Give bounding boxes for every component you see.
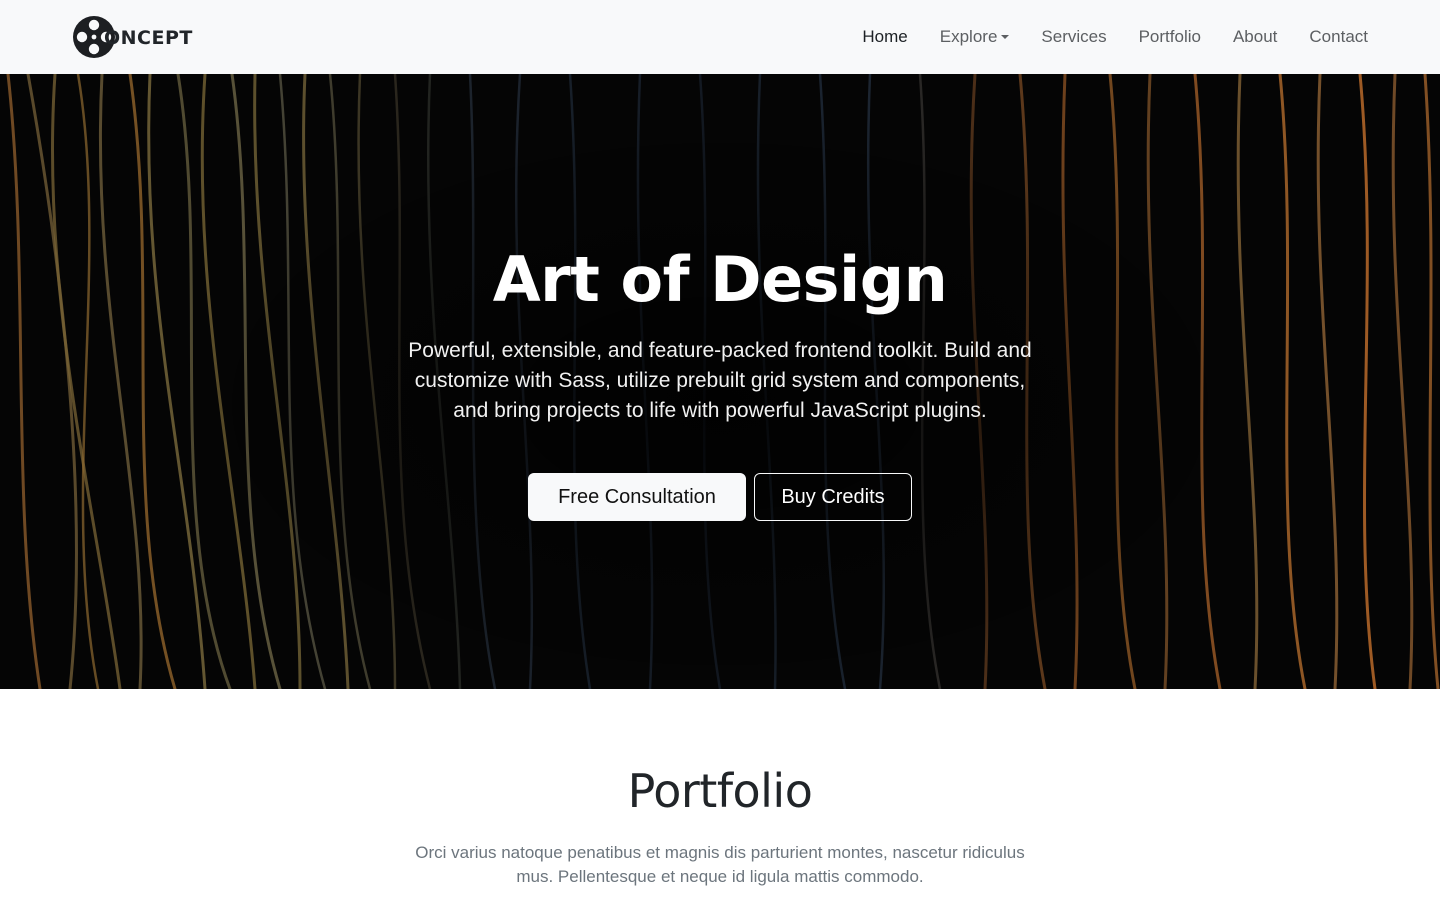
- navbar: ONCEPT Home Explore Services Portfolio A…: [0, 0, 1440, 74]
- brand-name: ONCEPT: [104, 27, 193, 49]
- nav-portfolio-label: Portfolio: [1138, 27, 1201, 46]
- nav-portfolio[interactable]: Portfolio: [1123, 0, 1217, 74]
- hero-section: Art of Design Powerful, extensible, and …: [0, 74, 1440, 689]
- main-nav: Home Explore Services Portfolio About Co…: [846, 0, 1368, 74]
- hero-content: Art of Design Powerful, extensible, and …: [0, 74, 1440, 689]
- nav-home[interactable]: Home: [846, 0, 923, 74]
- nav-services[interactable]: Services: [1025, 0, 1122, 74]
- nav-services-label: Services: [1041, 27, 1107, 46]
- nav-home-label: Home: [862, 27, 908, 46]
- nav-contact-label: Contact: [1309, 27, 1368, 46]
- portfolio-description: Orci varius natoque penatibus et magnis …: [415, 843, 1025, 886]
- free-consultation-button[interactable]: Free Consultation: [528, 473, 746, 521]
- nav-contact[interactable]: Contact: [1293, 0, 1368, 74]
- hero-title: Art of Design: [492, 243, 948, 316]
- nav-about[interactable]: About: [1217, 0, 1293, 74]
- portfolio-title: Portfolio: [627, 764, 813, 818]
- brand-logo-link[interactable]: ONCEPT: [72, 15, 193, 59]
- buy-credits-button[interactable]: Buy Credits: [754, 473, 912, 521]
- hero-lead-text: Powerful, extensible, and feature-packed…: [408, 339, 1032, 422]
- nav-explore-label: Explore: [939, 27, 998, 46]
- caret-down-icon: [1001, 35, 1010, 39]
- portfolio-section: Portfolio Orci varius natoque penatibus …: [0, 689, 1440, 900]
- nav-explore-dropdown[interactable]: Explore: [924, 0, 1026, 74]
- nav-about-label: About: [1232, 27, 1278, 46]
